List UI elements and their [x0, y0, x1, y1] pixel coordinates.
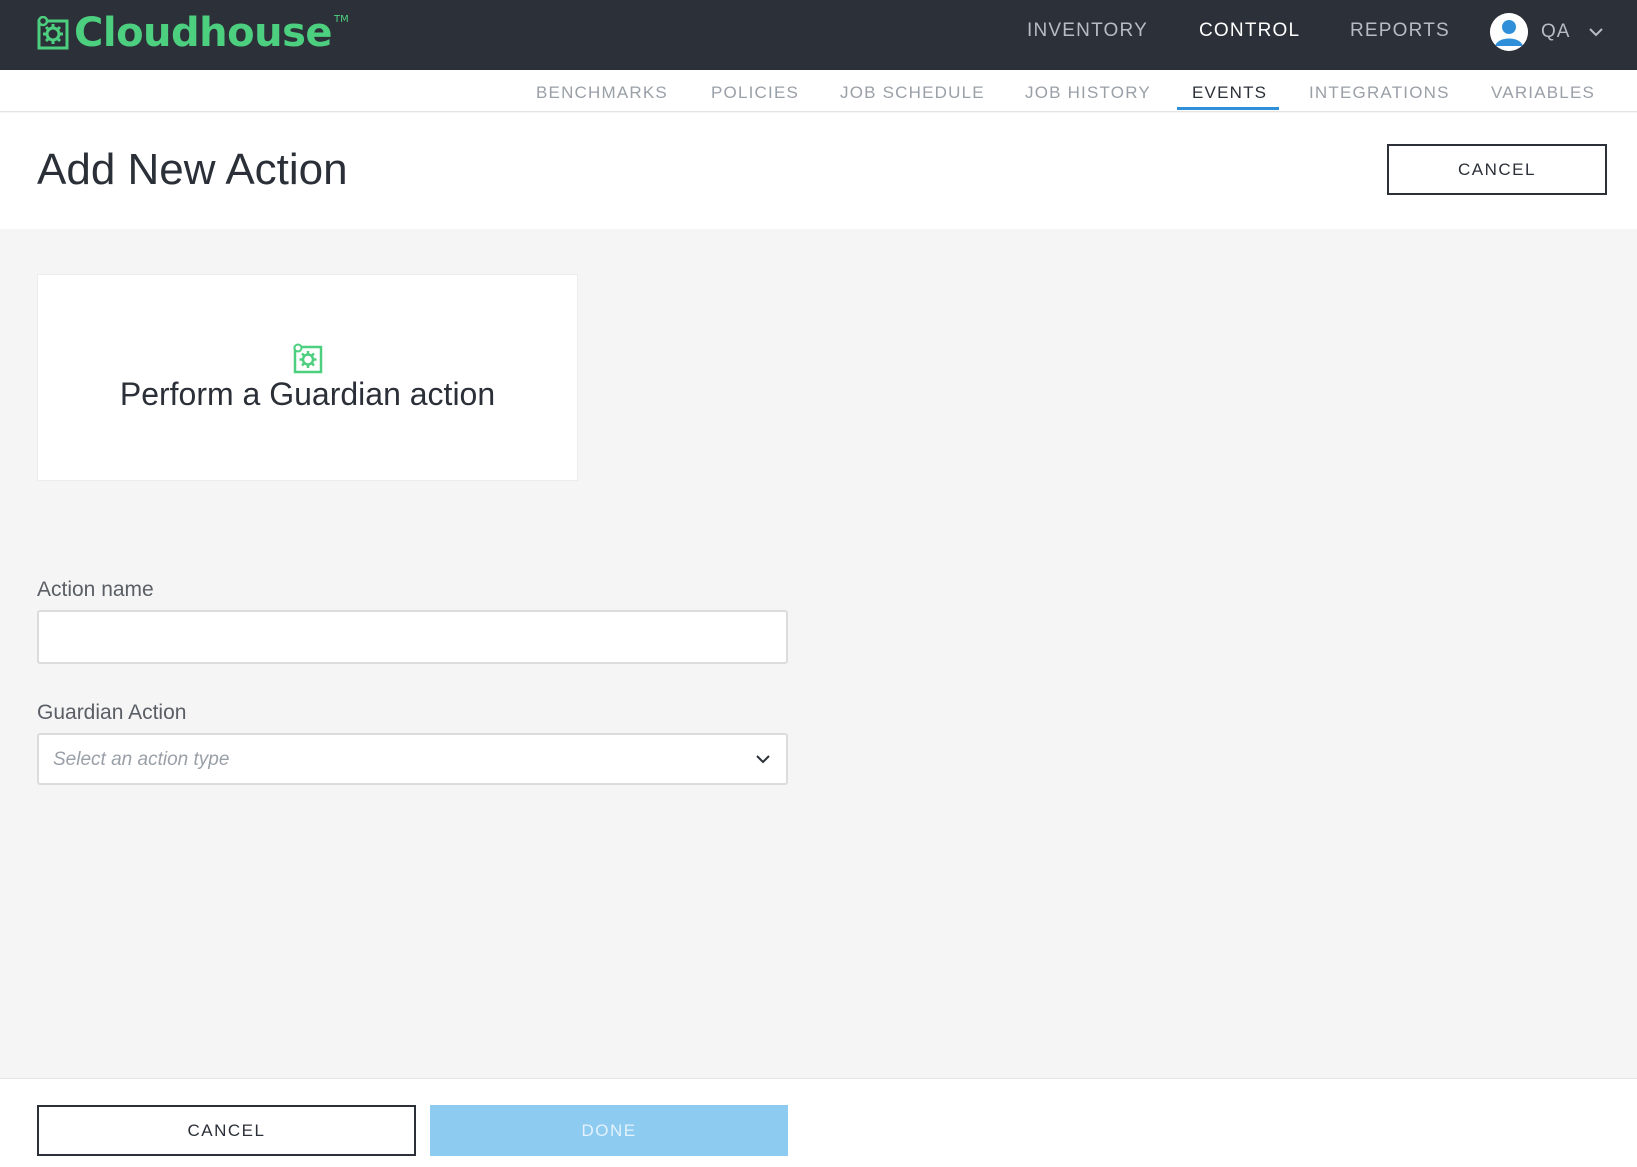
- topnav-control[interactable]: CONTROL: [1199, 20, 1300, 42]
- cloudhouse-logo[interactable]: Cloudhouse TM: [37, 8, 349, 58]
- card-title: Perform a Guardian action: [119, 376, 496, 412]
- done-button[interactable]: DONE: [430, 1105, 788, 1156]
- guardian-action-select[interactable]: Select an action type: [37, 733, 788, 785]
- subnav-variables[interactable]: VARIABLES: [1491, 83, 1595, 103]
- subnav-job-schedule[interactable]: JOB SCHEDULE: [840, 83, 985, 103]
- subnav-integrations[interactable]: INTEGRATIONS: [1309, 83, 1450, 103]
- subnav-events[interactable]: EVENTS: [1192, 83, 1267, 103]
- subnav-benchmarks[interactable]: BENCHMARKS: [536, 83, 668, 103]
- subnav-policies[interactable]: POLICIES: [711, 83, 799, 103]
- header-cancel-button[interactable]: CANCEL: [1387, 144, 1607, 195]
- guardian-action-label: Guardian Action: [37, 701, 187, 724]
- subnav-job-history[interactable]: JOB HISTORY: [1025, 83, 1151, 103]
- chevron-down-icon: [1589, 28, 1604, 37]
- active-tab-indicator: [1177, 107, 1279, 110]
- chevron-down-icon: [756, 755, 770, 764]
- user-name: QA: [1541, 21, 1571, 42]
- sub-navigation-bar: BENCHMARKS POLICIES JOB SCHEDULE JOB HIS…: [0, 70, 1637, 112]
- user-menu[interactable]: QA: [1490, 12, 1604, 52]
- topnav-reports[interactable]: REPORTS: [1350, 20, 1450, 42]
- logo-text: Cloudhouse: [74, 10, 333, 56]
- action-name-label: Action name: [37, 578, 154, 601]
- logo-trademark: TM: [334, 14, 349, 25]
- action-name-input[interactable]: [37, 610, 788, 664]
- topnav-inventory[interactable]: INVENTORY: [1027, 20, 1148, 42]
- footer-cancel-button[interactable]: CANCEL: [37, 1105, 416, 1156]
- guardian-action-placeholder: Select an action type: [53, 749, 230, 770]
- guardian-gear-icon: [293, 343, 322, 374]
- top-navigation-bar: Cloudhouse TM INVENTORY CONTROL REPORTS …: [0, 0, 1637, 70]
- page-title: Add New Action: [37, 145, 348, 194]
- logo-gear-icon: [37, 16, 69, 50]
- user-avatar-icon: [1490, 13, 1528, 51]
- guardian-action-card[interactable]: Perform a Guardian action: [37, 274, 578, 481]
